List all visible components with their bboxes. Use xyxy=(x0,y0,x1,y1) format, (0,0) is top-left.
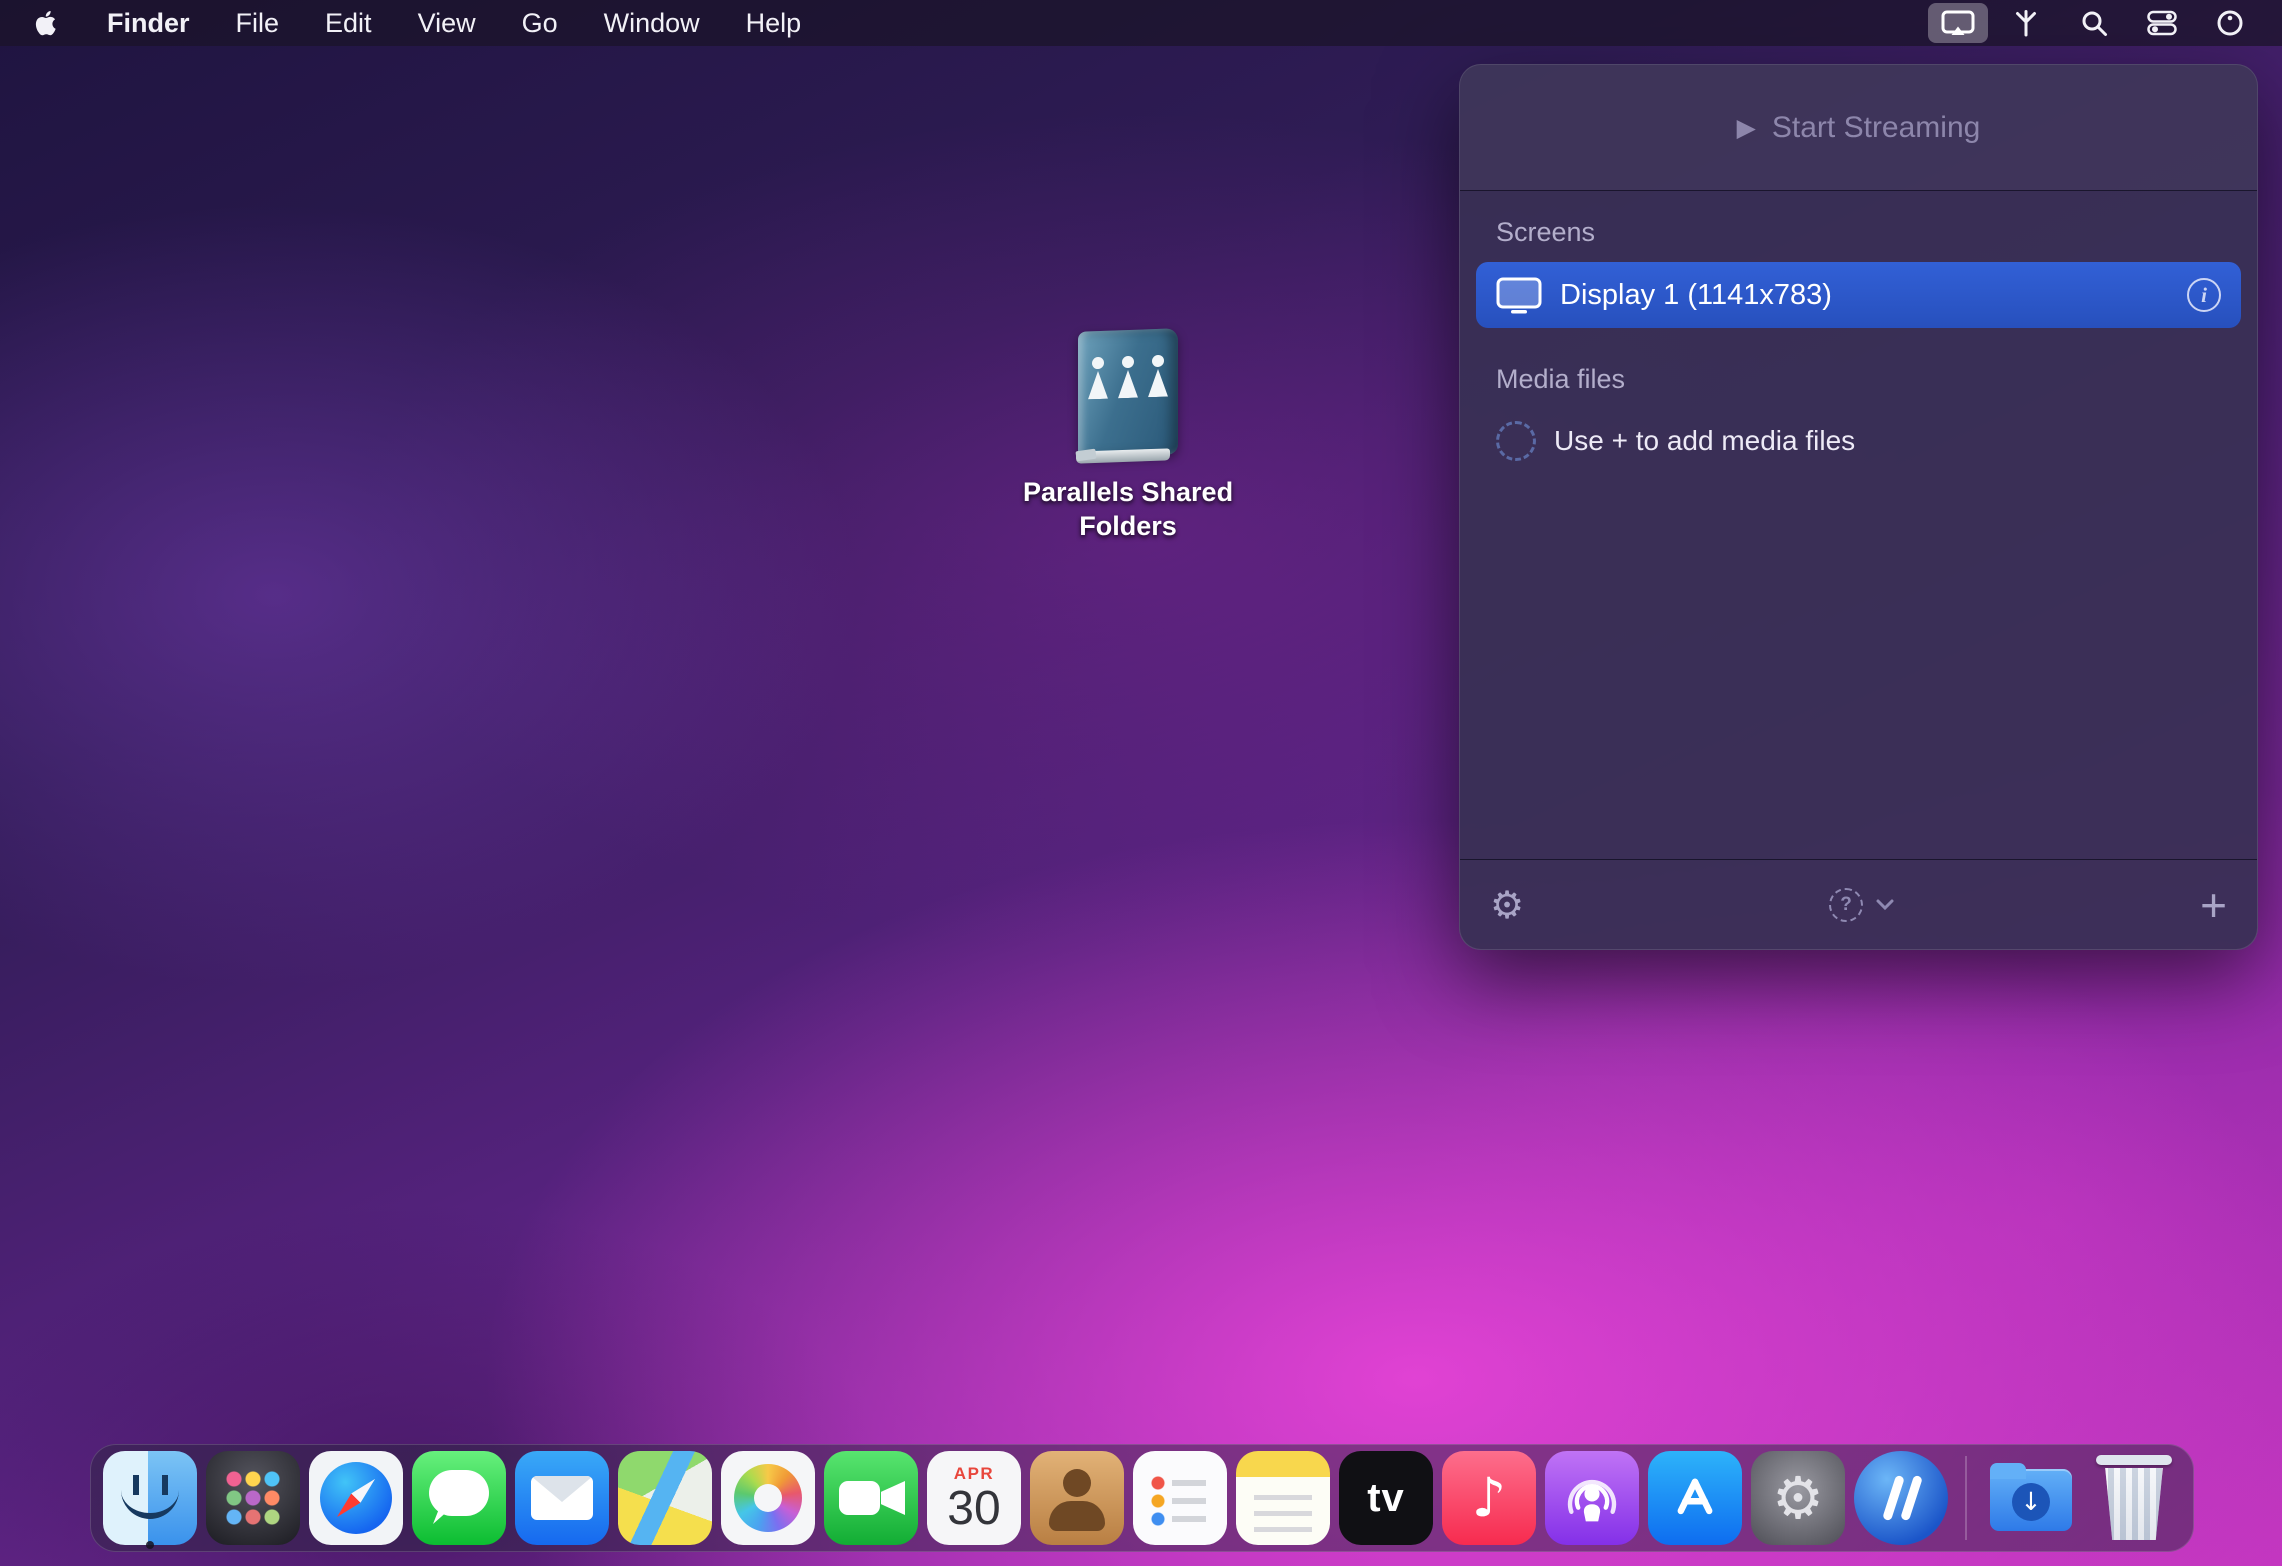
trash-can xyxy=(2102,1468,2166,1540)
dock-safari-icon[interactable] xyxy=(309,1451,403,1545)
popover-body: Screens Display 1 (1141x783) i Media fil… xyxy=(1460,191,2257,859)
empty-media-placeholder-icon xyxy=(1496,421,1536,461)
dock-launchpad-icon[interactable] xyxy=(206,1451,300,1545)
dock-finder-icon[interactable] xyxy=(103,1451,197,1545)
antenna-menu-button[interactable] xyxy=(1996,3,2056,43)
media-files-section-label: Media files xyxy=(1496,364,2221,395)
podcasts-glyph xyxy=(1559,1465,1625,1531)
dock-music-icon[interactable]: ♪ xyxy=(1442,1451,1536,1545)
dock-notes-icon[interactable] xyxy=(1236,1451,1330,1545)
streaming-popover: ▶ Start Streaming Screens Display 1 (114… xyxy=(1459,64,2258,950)
circle-status-menu-button[interactable] xyxy=(2200,3,2260,43)
desktop-icon-label: Parallels Shared Folders xyxy=(1013,476,1243,544)
dock-parallels-icon[interactable] xyxy=(1854,1451,1948,1545)
menu-help[interactable]: Help xyxy=(746,8,802,39)
circle-status-icon xyxy=(2216,9,2244,37)
screen-mirroring-icon xyxy=(1941,10,1975,37)
menu-bar-status-area xyxy=(1928,3,2260,43)
trash-lid xyxy=(2096,1455,2172,1465)
active-app-name[interactable]: Finder xyxy=(107,8,190,39)
dock-downloads-icon[interactable]: ↓ xyxy=(1984,1451,2078,1545)
media-files-empty-row[interactable]: Use + to add media files xyxy=(1496,421,2221,461)
dock-tv-icon[interactable]: tv xyxy=(1339,1451,1433,1545)
antenna-icon xyxy=(2011,9,2041,37)
dock-trash-icon[interactable] xyxy=(2087,1451,2181,1545)
finder-running-indicator xyxy=(146,1541,154,1549)
menu-view[interactable]: View xyxy=(418,8,476,39)
dock-photos-icon[interactable] xyxy=(721,1451,815,1545)
info-icon: i xyxy=(2201,285,2207,306)
person-figure xyxy=(1147,355,1169,400)
popover-footer: ⚙ ? + xyxy=(1460,859,2257,949)
desktop-icon-parallels-shared-folders[interactable]: Parallels Shared Folders xyxy=(1003,330,1253,544)
menu-file[interactable]: File xyxy=(236,8,280,39)
download-badge: ↓ xyxy=(2012,1483,2050,1521)
media-files-hint: Use + to add media files xyxy=(1554,425,1855,457)
dock-divider xyxy=(1965,1456,1967,1540)
person-figure xyxy=(1087,357,1109,402)
screens-section-label: Screens xyxy=(1496,217,2221,248)
dock-calendar-icon[interactable]: APR 30 xyxy=(927,1451,1021,1545)
menu-go[interactable]: Go xyxy=(522,8,558,39)
shared-folders-drive-icon xyxy=(1072,330,1184,462)
dock-appstore-icon[interactable] xyxy=(1648,1451,1742,1545)
question-mark: ? xyxy=(1840,894,1852,916)
menu-bar-left: Finder File Edit View Go Window Help xyxy=(34,8,801,39)
spotlight-menu-button[interactable] xyxy=(2064,3,2124,43)
dock-messages-icon[interactable] xyxy=(412,1451,506,1545)
calendar-month-label: APR xyxy=(954,1464,994,1484)
apple-menu[interactable] xyxy=(34,8,61,38)
start-streaming-button[interactable]: ▶ Start Streaming xyxy=(1460,65,2257,191)
dock-facetime-icon[interactable] xyxy=(824,1451,918,1545)
device-search-group[interactable]: ? xyxy=(1829,888,1895,922)
chevron-down-icon xyxy=(1875,898,1895,911)
person-figure xyxy=(1117,356,1139,401)
dock-system-preferences-icon[interactable]: ⚙ xyxy=(1751,1451,1845,1545)
tv-logo-text: tv xyxy=(1367,1476,1405,1521)
start-streaming-label: Start Streaming xyxy=(1772,111,1980,145)
display-icon xyxy=(1496,277,1542,314)
dock-contacts-icon[interactable] xyxy=(1030,1451,1124,1545)
menu-window[interactable]: Window xyxy=(604,8,700,39)
down-arrow-icon: ↓ xyxy=(2021,1489,2042,1514)
control-center-icon xyxy=(2147,9,2177,37)
searching-devices-icon: ? xyxy=(1829,888,1863,922)
calendar-day-label: 30 xyxy=(947,1484,1000,1534)
gear-icon: ⚙ xyxy=(1772,1469,1824,1527)
screen-mirroring-menu-button[interactable] xyxy=(1928,3,1988,43)
display-info-button[interactable]: i xyxy=(2187,278,2221,312)
display-list-item[interactable]: Display 1 (1141x783) i xyxy=(1476,262,2241,328)
dock-mail-icon[interactable] xyxy=(515,1451,609,1545)
music-note-icon: ♪ xyxy=(1472,1471,1506,1525)
display-item-label: Display 1 (1141x783) xyxy=(1560,279,2169,312)
appstore-glyph xyxy=(1664,1467,1726,1529)
dock: APR 30 tv ♪ ⚙ xyxy=(90,1444,2194,1552)
dock-maps-icon[interactable] xyxy=(618,1451,712,1545)
dock-podcasts-icon[interactable] xyxy=(1545,1451,1639,1545)
play-icon: ▶ xyxy=(1737,113,1756,142)
menu-bar: Finder File Edit View Go Window Help xyxy=(0,0,2282,46)
add-media-button[interactable]: + xyxy=(2200,882,2227,928)
menu-edit[interactable]: Edit xyxy=(325,8,372,39)
dock-reminders-icon[interactable] xyxy=(1133,1451,1227,1545)
settings-button[interactable]: ⚙ xyxy=(1490,886,1524,924)
control-center-menu-button[interactable] xyxy=(2132,3,2192,43)
search-icon xyxy=(2080,9,2108,37)
apple-icon xyxy=(34,8,61,38)
